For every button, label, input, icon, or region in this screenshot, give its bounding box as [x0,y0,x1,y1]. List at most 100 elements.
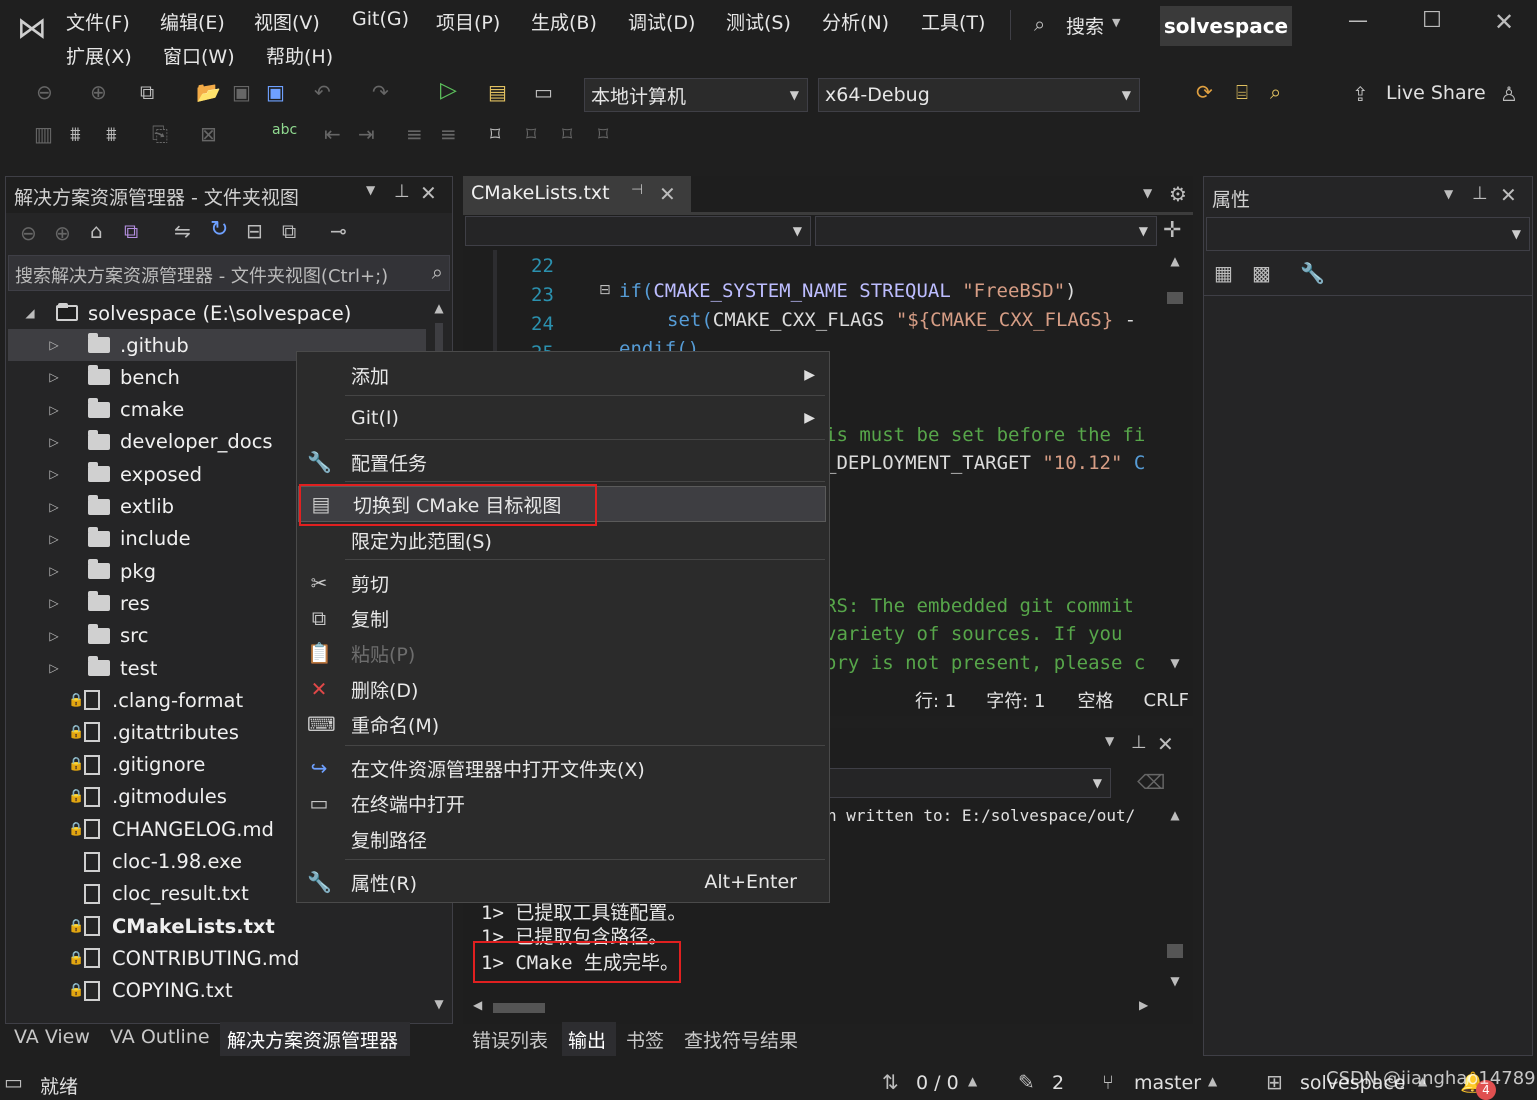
line-indicator[interactable]: 行: 1 [915,687,956,713]
code-line-24[interactable]: set(CMAKE_CXX_FLAGS "${CMAKE_CXX_FLAGS} … [667,309,1136,331]
repository-icon[interactable]: ⊞ [1266,1070,1283,1094]
comment-icon[interactable]: ≡ [406,122,423,146]
build-icon[interactable]: ⩩ [70,122,81,146]
scroll-down-icon[interactable]: ▼ [1163,974,1187,988]
tree-folder-row[interactable]: ▷ cmake [46,394,184,426]
pin-icon[interactable]: ⊥ [1472,183,1488,204]
chevron-down-icon[interactable]: ▼ [1105,734,1114,748]
scroll-right-icon[interactable]: ▶ [1139,998,1148,1012]
uncomment-icon[interactable]: ≡ [440,122,457,146]
expand-arrow-icon[interactable]: ▷ [46,532,62,546]
tree-folder-row[interactable]: ▷ developer_docs [46,426,273,458]
spellcheck-icon[interactable]: abc [272,122,297,138]
find-in-files-icon[interactable]: ⌕ [1270,80,1281,104]
context-menu-item[interactable]: 🔧 配置任务 [297,445,829,479]
tree-folder-row[interactable]: ▷ bench [46,361,180,393]
output-vscrollbar[interactable]: ▲ ▼ [1163,808,1187,998]
scroll-down-icon[interactable]: ▼ [430,997,448,1011]
tab-output[interactable]: 输出 [568,1026,606,1053]
outdent-icon[interactable]: ⇤ [324,122,341,146]
code-line-fragment[interactable]: _DEPLOYMENT_TARGET "10.12" C [825,452,1145,474]
context-menu-item[interactable]: 📋 粘贴(P) [297,636,829,670]
menu-help[interactable]: 帮助(H) [266,42,333,69]
menu-test[interactable]: 测试(S) [726,8,791,35]
switch-views-icon[interactable]: ⧉ [124,219,138,243]
target-machine-select[interactable]: 本地计算机 ▼ [584,78,808,112]
tree-folder-row[interactable]: ▷ pkg [46,555,156,587]
tree-folder-row[interactable]: ▷ include [46,523,191,555]
tree-file-row[interactable]: 🔒 CHANGELOG.md [68,813,274,845]
tree-file-row[interactable]: 🔒 COPYING.txt [68,975,233,1007]
chevron-up-icon[interactable]: ▲ [1208,1074,1217,1088]
next-bookmark-icon[interactable]: ⌑ [562,122,572,146]
minimize-icon[interactable]: — [1344,8,1372,32]
open-folder-icon[interactable]: 📂 [196,80,221,104]
chevron-up-icon[interactable]: ▲ [968,1074,977,1088]
chevron-down-icon[interactable]: ▼ [1444,187,1453,201]
tool-icon[interactable]: ▥ [34,122,53,146]
context-menu-item[interactable]: ▭ 在终端中打开 [297,786,829,820]
live-share-icon[interactable]: ⇪ [1352,82,1369,106]
tree-folder-row[interactable]: ▷ test [46,652,157,684]
chevron-down-icon[interactable]: ▼ [1143,186,1152,200]
search-label[interactable]: 搜索 [1066,12,1104,39]
tree-file-row[interactable]: 🔒 .clang-format [68,684,243,716]
scroll-up-icon[interactable]: ▲ [1163,254,1187,268]
new-project-icon[interactable]: ⧉ [140,80,154,104]
configuration-select[interactable]: x64-Debug ▼ [818,78,1140,112]
gear-icon[interactable]: ⚙ [1169,182,1187,206]
tree-file-row[interactable]: cloc-1.98.exe [68,846,242,878]
scroll-left-icon[interactable]: ◀ [473,998,482,1012]
tree-file-row[interactable]: 🔒 .gitmodules [68,781,227,813]
output-hscrollbar[interactable]: ◀ ▶ [473,998,1159,1018]
feedback-icon[interactable]: ♙ [1500,82,1518,106]
context-menu-item[interactable]: ⧉ 复制 [297,601,829,635]
menu-window[interactable]: 窗口(W) [163,42,235,69]
maximize-icon[interactable]: ☐ [1418,8,1446,33]
branch-name[interactable]: master [1134,1072,1201,1094]
indent-icon[interactable]: ⇥ [358,122,375,146]
tree-file-row[interactable]: 🔒 CMakeLists.txt [68,910,275,942]
branch-icon[interactable]: ⑂ [1102,1070,1114,1094]
solution-search-input[interactable]: 搜索解决方案资源管理器 - 文件夹视图(Ctrl+;) ⌕ [8,255,450,291]
forward-icon[interactable]: ⊕ [54,221,71,245]
publish-icon[interactable]: ⎘ [152,122,168,146]
tab-va-outline[interactable]: VA Outline [110,1026,210,1048]
expand-arrow-icon[interactable]: ▷ [46,564,62,578]
browse-icon[interactable]: ▤ [488,80,507,104]
context-menu-item[interactable]: 🔧 属性(R) Alt+Enter [297,865,829,899]
context-menu-item[interactable]: Git(I) ▶ [297,401,829,435]
code-line-23[interactable]: if(CMAKE_SYSTEM_NAME STREQUAL "FreeBSD") [619,280,1077,302]
back-icon[interactable]: ⊖ [36,80,53,104]
properties-icon[interactable]: ⊸ [330,219,347,243]
start-debug-icon[interactable]: ▷ [440,78,457,103]
categorized-icon[interactable]: ▦ [1214,261,1233,285]
refresh-cmake-icon[interactable]: ⟳ [1196,80,1213,104]
tree-folder-row[interactable]: ▷ res [46,587,150,619]
collapse-arrow-icon[interactable]: ◢ [20,306,40,320]
pin-icon[interactable]: ⊥ [1131,732,1147,753]
expand-arrow-icon[interactable]: ▷ [46,435,62,449]
editor-scrollbar[interactable]: ▲ ▼ [1163,254,1187,674]
close-icon[interactable]: ✕ [659,182,676,206]
menu-extensions[interactable]: 扩展(X) [66,42,132,69]
scroll-thumb[interactable] [1167,944,1183,958]
char-indicator[interactable]: 字符: 1 [986,687,1045,713]
eol-indicator[interactable]: CRLF [1144,690,1189,711]
code-comment[interactable]: is must be set before the fi [825,424,1145,446]
expand-arrow-icon[interactable]: ▷ [46,661,62,675]
member-select[interactable]: ▼ [815,216,1157,246]
property-pages-icon[interactable]: 🔧 [1300,261,1325,285]
menu-build[interactable]: 生成(B) [531,8,597,35]
clear-bookmarks-icon[interactable]: ⌑ [598,122,608,146]
live-share-button[interactable]: Live Share [1386,82,1486,104]
tab-find-symbol-results[interactable]: 查找符号结果 [684,1026,798,1053]
save-icon[interactable]: ▣ [232,80,251,104]
split-icon[interactable]: ✛ [1163,218,1181,243]
context-menu-item[interactable]: ✕ 删除(D) [297,672,829,706]
visual-studio-logo-icon[interactable]: ⋈ [12,10,52,46]
clear-output-icon[interactable]: ⌫ [1137,770,1165,794]
menu-edit[interactable]: 编辑(E) [160,8,225,35]
sync-arrows-icon[interactable]: ⇅ [882,1070,899,1094]
save-all-icon[interactable]: ▣ [266,80,285,104]
